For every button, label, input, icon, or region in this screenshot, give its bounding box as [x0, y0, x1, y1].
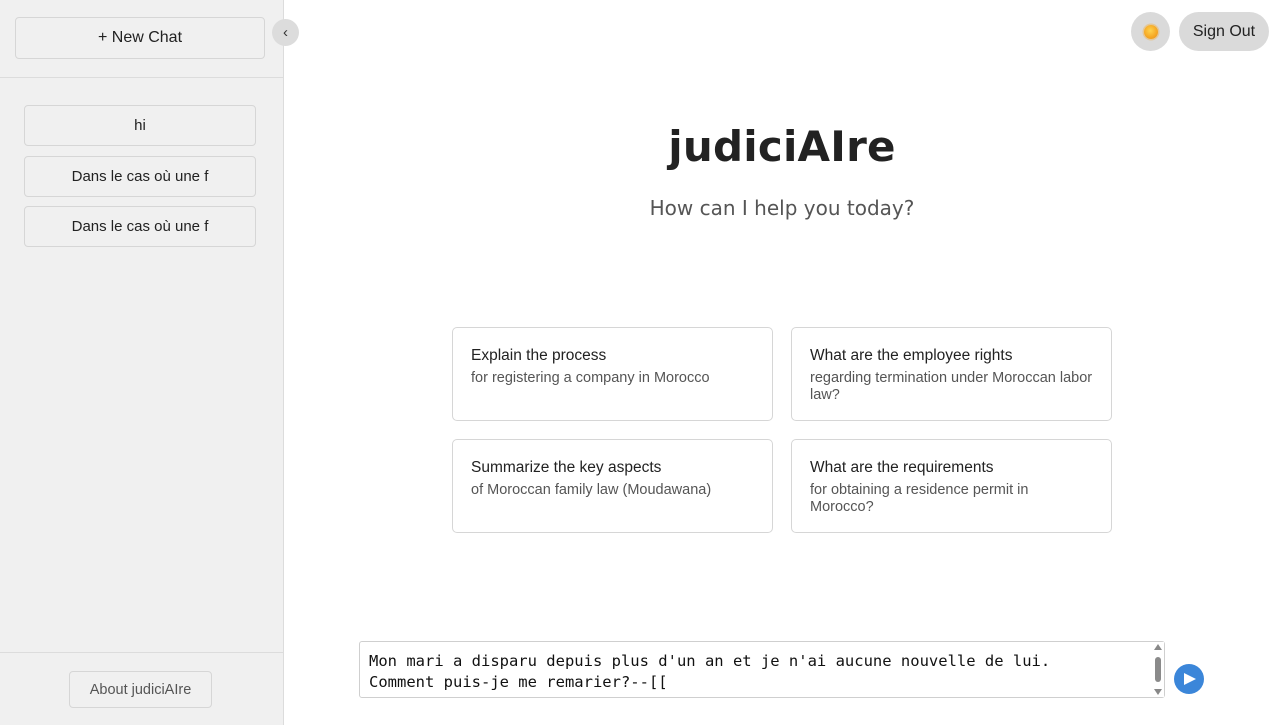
sidebar-footer: About judiciAIre — [0, 652, 283, 725]
suggestion-title: What are the requirements — [810, 459, 994, 476]
send-arrow-icon — [1184, 673, 1196, 685]
brand-title: judiciAIre — [668, 122, 896, 171]
message-input-text[interactable]: Mon mari a disparu depuis plus d'un an e… — [369, 651, 1149, 693]
send-button[interactable] — [1174, 664, 1204, 694]
chat-history-item[interactable]: Dans le cas où une f — [24, 206, 256, 247]
theme-toggle-button[interactable] — [1131, 12, 1170, 51]
suggestion-subtitle: regarding termination under Moroccan lab… — [810, 370, 1093, 403]
sun-icon — [1143, 24, 1158, 39]
tagline: How can I help you today? — [649, 196, 915, 220]
suggestion-subtitle: of Moroccan family law (Moudawana) — [471, 482, 712, 498]
suggestion-subtitle: for registering a company in Morocco — [471, 370, 710, 386]
suggestion-card[interactable]: What are the employee rights regarding t… — [791, 327, 1112, 421]
chat-history-list: hi Dans le cas où une f Dans le cas où u… — [24, 105, 256, 257]
suggestion-subtitle: for obtaining a residence permit in Moro… — [810, 482, 1029, 515]
chat-history-item[interactable]: Dans le cas où une f — [24, 155, 256, 197]
suggestion-card[interactable]: Explain the process for registering a co… — [452, 327, 773, 421]
scroll-thumb[interactable] — [1155, 657, 1161, 682]
message-input[interactable]: Mon mari a disparu depuis plus d'un an e… — [359, 641, 1165, 698]
sign-out-button[interactable]: Sign Out — [1179, 12, 1269, 51]
input-scrollbar[interactable] — [1152, 642, 1164, 697]
scroll-up-icon[interactable] — [1154, 644, 1162, 650]
new-chat-button[interactable]: + New Chat — [15, 17, 265, 59]
scroll-down-icon[interactable] — [1154, 689, 1162, 695]
sidebar-header: + New Chat — [0, 0, 283, 78]
suggestion-card[interactable]: Summarize the key aspects of Moroccan fa… — [452, 439, 773, 533]
about-button[interactable]: About judiciAIre — [69, 671, 212, 708]
suggestion-title: Explain the process — [471, 347, 607, 364]
sidebar: + New Chat hi Dans le cas où une f Dans … — [0, 0, 284, 725]
collapse-sidebar-button[interactable]: ‹ — [272, 19, 299, 46]
chat-history-item[interactable]: hi — [24, 105, 256, 146]
suggestion-title: Summarize the key aspects — [471, 459, 662, 476]
chevron-left-icon: ‹ — [283, 24, 288, 41]
suggestion-card[interactable]: What are the requirements for obtaining … — [791, 439, 1112, 533]
suggestion-title: What are the employee rights — [810, 347, 1013, 364]
